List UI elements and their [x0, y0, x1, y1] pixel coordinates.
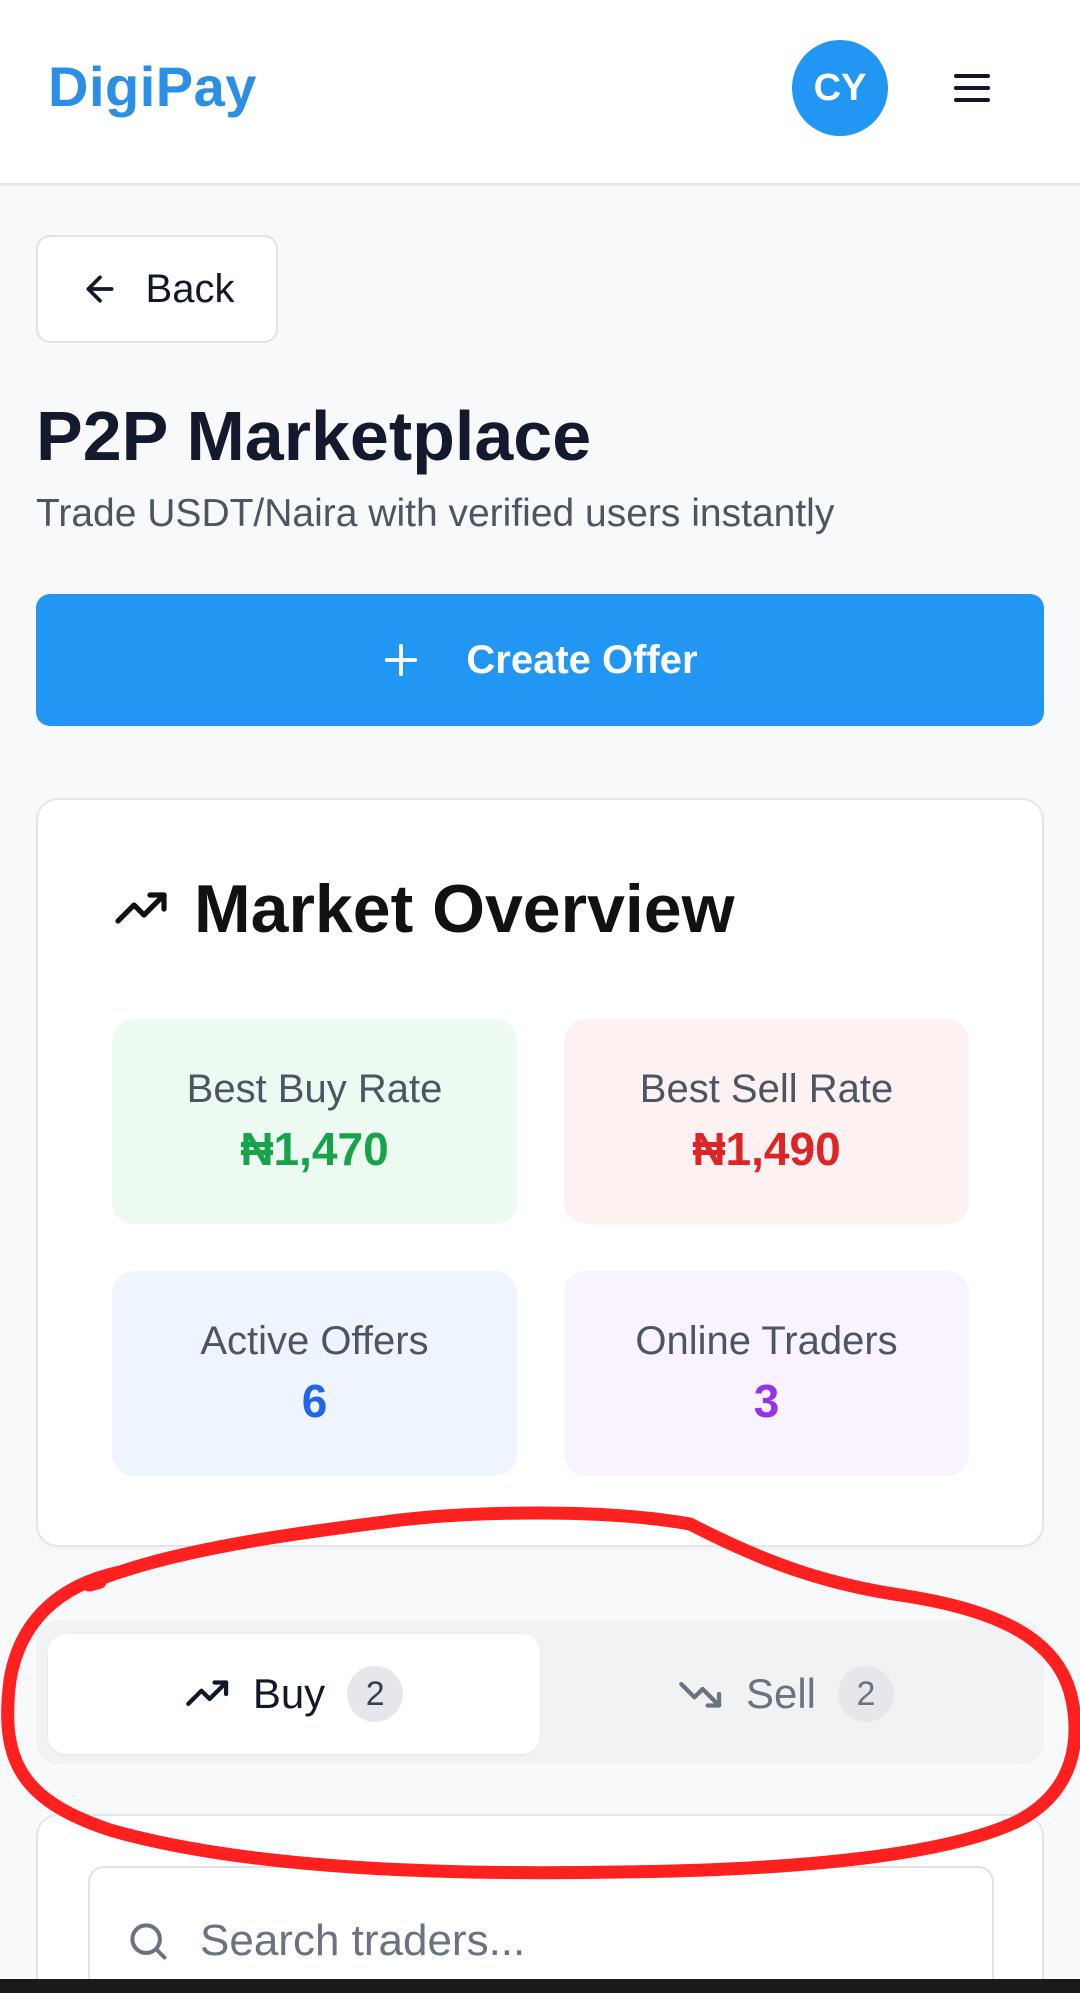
active-offers-stat: Active Offers 6 [112, 1271, 517, 1476]
stat-label: Best Buy Rate [186, 1067, 443, 1111]
search-input[interactable] [200, 1916, 960, 1966]
plus-icon [385, 643, 418, 677]
app-header: DigiPay CY [0, 0, 1080, 185]
stat-value: 6 [301, 1375, 328, 1427]
market-overview-card: Market Overview Best Buy Rate ₦1,470 Bes… [36, 798, 1044, 1547]
trending-down-icon [679, 1682, 722, 1708]
stat-label: Best Sell Rate [639, 1067, 894, 1111]
stat-value: 3 [753, 1375, 780, 1427]
buy-sell-tabs: Buy 2 Sell 2 [36, 1620, 1044, 1764]
stat-value: ₦1,470 [240, 1123, 389, 1175]
create-offer-button[interactable]: Create Offer [36, 594, 1044, 726]
user-avatar[interactable]: CY [792, 40, 888, 136]
stat-value: ₦1,490 [692, 1123, 841, 1175]
tab-sell[interactable]: Sell 2 [540, 1634, 1032, 1754]
market-overview-header: Market Overview [114, 870, 735, 948]
hamburger-menu-icon[interactable] [944, 62, 1000, 114]
tab-buy[interactable]: Buy 2 [48, 1634, 540, 1754]
back-label: Back [145, 266, 235, 311]
online-traders-stat: Online Traders 3 [564, 1271, 969, 1476]
tab-sell-count-badge: 2 [838, 1666, 895, 1722]
trending-up-icon [115, 892, 167, 924]
brand-logo[interactable]: DigiPay [48, 54, 257, 119]
search-card [36, 1814, 1044, 1993]
trending-up-icon [185, 1680, 229, 1706]
page-subtitle: Trade USDT/Naira with verified users ins… [36, 492, 835, 535]
system-nav-bar [0, 1979, 1080, 1993]
best-buy-rate-stat: Best Buy Rate ₦1,470 [112, 1019, 517, 1224]
market-overview-title: Market Overview [194, 871, 735, 947]
arrow-left-icon [86, 275, 114, 303]
search-box[interactable] [88, 1866, 994, 1993]
tab-buy-count-badge: 2 [347, 1666, 404, 1722]
tab-buy-label: Buy [252, 1670, 326, 1717]
back-button[interactable]: Back [36, 235, 278, 343]
p2p-page: DigiPay CY Back P2P Marketplace Trade US… [0, 0, 1080, 1993]
best-sell-rate-stat: Best Sell Rate ₦1,490 [564, 1019, 969, 1224]
stat-label: Online Traders [635, 1319, 898, 1363]
page-title: P2P Marketplace [36, 397, 592, 475]
search-icon [130, 1923, 167, 1960]
tab-sell-label: Sell [745, 1670, 817, 1717]
create-offer-label: Create Offer [466, 637, 698, 682]
stat-label: Active Offers [200, 1319, 429, 1363]
